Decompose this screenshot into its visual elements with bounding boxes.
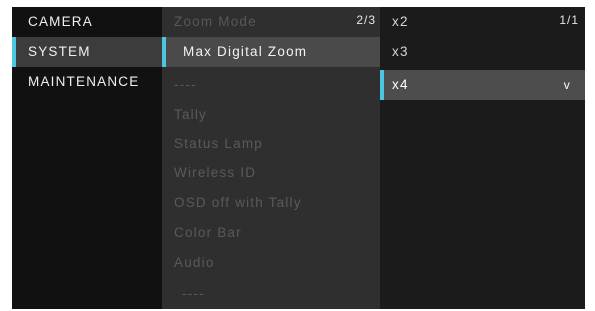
selection-accent-bar — [380, 70, 384, 100]
main-menu-item-camera[interactable]: CAMERA — [12, 7, 162, 37]
sub-menu-item-label: Status Lamp — [174, 136, 263, 151]
sub-menu-item-label: ---- — [182, 286, 205, 301]
selection-accent-bar — [12, 37, 16, 67]
main-menu-item-label: SYSTEM — [28, 44, 91, 59]
sub-menu-item-zoom-mode[interactable]: Zoom Mode — [162, 7, 380, 37]
sub-menu-item-label: ---- — [174, 77, 197, 92]
check-mark-icon: v — [563, 78, 571, 92]
sub-menu-item-label: Zoom Mode — [174, 14, 257, 29]
main-menu-item-maintenance[interactable]: MAINTENANCE — [12, 67, 162, 97]
option-page-indicator: 1/1 — [559, 13, 579, 27]
sub-menu-item-max-digital-zoom[interactable]: Max Digital Zoom — [162, 37, 380, 67]
main-menu: CAMERA SYSTEM MAINTENANCE — [12, 7, 162, 309]
sub-menu: Zoom Mode 2/3 Max Digital Zoom ---- Tall… — [162, 7, 380, 309]
sub-menu-item-label: Wireless ID — [174, 165, 257, 180]
sub-menu-item-label: Audio — [174, 255, 215, 270]
main-menu-item-system[interactable]: SYSTEM — [12, 37, 162, 67]
option-list: x2 1/1 x3 x4 v — [380, 7, 585, 309]
option-item-x2[interactable]: x2 — [380, 7, 585, 37]
sub-menu-item-label: Tally — [174, 107, 208, 122]
sub-menu-item-label: Max Digital Zoom — [183, 44, 308, 59]
sub-menu-separator: ---- — [162, 70, 380, 100]
sub-menu-item-color-bar[interactable]: Color Bar — [162, 218, 380, 248]
sub-menu-item-tally[interactable]: Tally — [162, 100, 380, 130]
sub-menu-item-osd-off-with-tally[interactable]: OSD off with Tally — [162, 188, 380, 218]
main-menu-item-label: CAMERA — [28, 14, 93, 29]
sub-menu-item-label: Color Bar — [174, 225, 242, 240]
sub-menu-item-wireless-id[interactable]: Wireless ID — [162, 158, 380, 188]
option-item-label: x3 — [392, 44, 409, 59]
option-item-x4[interactable]: x4 v — [380, 70, 585, 100]
main-menu-item-label: MAINTENANCE — [28, 74, 140, 89]
option-item-x3[interactable]: x3 — [380, 37, 585, 67]
sub-menu-item-status-lamp[interactable]: Status Lamp — [162, 129, 380, 159]
sub-menu-item-label: OSD off with Tally — [174, 195, 302, 210]
selection-accent-bar — [162, 37, 166, 67]
osd-menu-screen: CAMERA SYSTEM MAINTENANCE Zoom Mode 2/3 … — [12, 7, 585, 309]
option-item-label: x4 — [392, 77, 409, 92]
sub-menu-separator: ---- — [162, 279, 380, 309]
sub-menu-page-indicator: 2/3 — [356, 13, 376, 27]
option-item-label: x2 — [392, 14, 409, 29]
sub-menu-item-audio[interactable]: Audio — [162, 248, 380, 278]
